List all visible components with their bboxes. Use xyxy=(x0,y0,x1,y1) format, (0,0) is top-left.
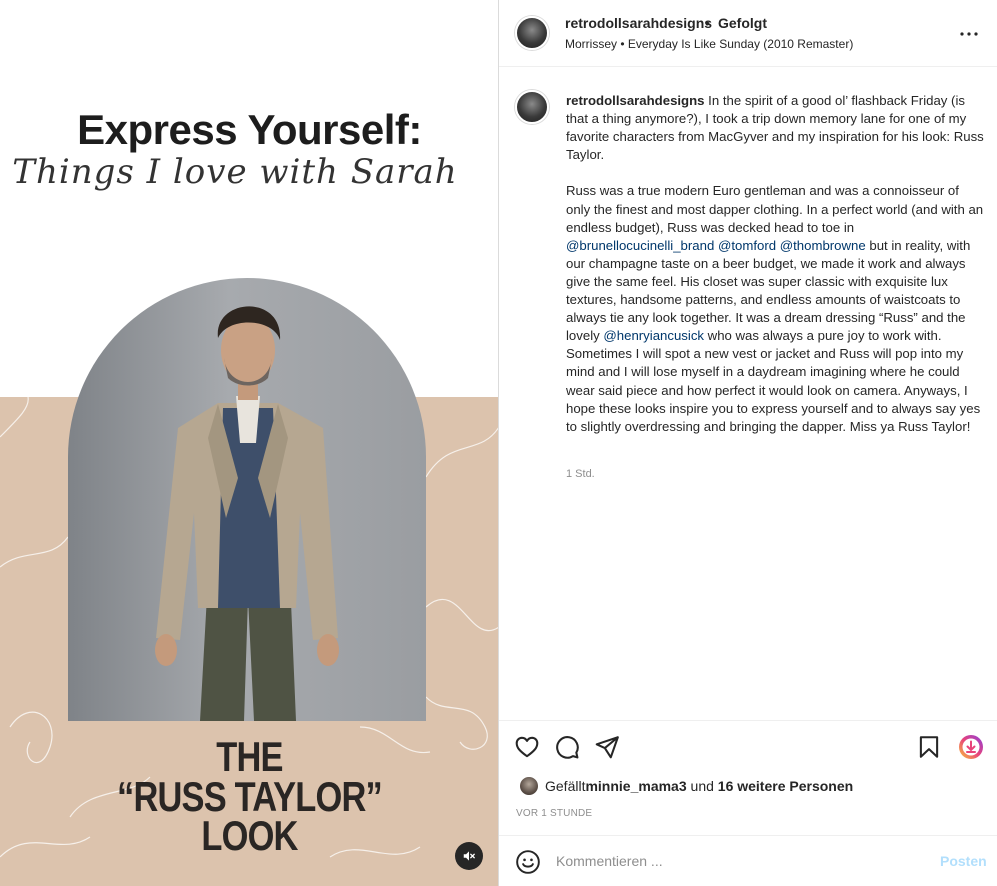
likes-mid: und xyxy=(686,778,718,794)
emoji-icon[interactable] xyxy=(515,849,541,875)
instagram-post-view: Express Yourself: Things I love with Sar… xyxy=(0,0,997,886)
header-username[interactable]: retrodollsarahdesigns xyxy=(565,15,712,31)
download-extension-icon[interactable] xyxy=(958,734,984,760)
caption-username[interactable]: retrodollsarahdesigns xyxy=(566,93,705,108)
avatar[interactable] xyxy=(515,90,549,124)
separator-dot: • xyxy=(705,15,710,31)
post-actions: Gefällt minnie_mama3 und 16 weitere Pers… xyxy=(499,720,997,835)
caption-paragraph-2c: who was always a pure joy to work with. … xyxy=(566,328,981,434)
caption-text: retrodollsarahdesigns In the spirit of a… xyxy=(566,92,986,436)
caption-area: retrodollsarahdesigns In the spirit of a… xyxy=(499,68,997,720)
likes-summary[interactable]: Gefällt minnie_mama3 und 16 weitere Pers… xyxy=(519,776,853,796)
mute-button[interactable] xyxy=(455,842,483,870)
comment-icon[interactable] xyxy=(554,734,580,760)
man-figure-illustration xyxy=(155,306,339,721)
more-options-icon[interactable] xyxy=(957,22,981,46)
mention-link[interactable]: @henryiancusick xyxy=(603,328,704,343)
post-age: VOR 1 STUNDE xyxy=(516,808,593,819)
heart-icon[interactable] xyxy=(514,734,540,760)
likes-prefix: Gefällt xyxy=(545,778,586,794)
share-icon[interactable] xyxy=(594,734,620,760)
liker-username[interactable]: minnie_mama3 xyxy=(585,778,686,794)
post-comment-button[interactable]: Posten xyxy=(940,853,987,869)
comment-input[interactable]: Kommentieren ... xyxy=(556,853,663,869)
comment-bar: Kommentieren ... Posten xyxy=(499,835,997,886)
post-media[interactable]: Express Yourself: Things I love with Sar… xyxy=(0,0,499,886)
media-subheadline: Things I love with Sarah xyxy=(12,152,458,192)
bookmark-icon[interactable] xyxy=(916,734,942,760)
speaker-muted-icon xyxy=(463,851,475,861)
likes-others-link[interactable]: 16 weitere Personen xyxy=(718,778,853,794)
post-header: retrodollsarahdesigns • Gefolgt Morrisse… xyxy=(499,0,997,67)
portrait-photo xyxy=(68,278,426,721)
mention-link[interactable]: @tomford xyxy=(718,238,776,253)
post-details-panel: retrodollsarahdesigns • Gefolgt Morrisse… xyxy=(499,0,997,886)
liker-avatar xyxy=(519,776,539,796)
caption-paragraph-2a: Russ was a true modern Euro gentleman an… xyxy=(566,183,984,235)
media-headline: Express Yourself: xyxy=(77,106,422,153)
caption-timestamp: 1 Std. xyxy=(566,468,595,480)
audio-track-link[interactable]: Morrissey • Everyday Is Like Sunday (201… xyxy=(565,37,853,51)
follow-status-button[interactable]: Gefolgt xyxy=(718,15,767,31)
look-title-line3: LOOK xyxy=(201,812,298,859)
mention-link[interactable]: @brunellocucinelli_brand xyxy=(566,238,714,253)
mention-link[interactable]: @thombrowne xyxy=(780,238,866,253)
avatar[interactable] xyxy=(515,16,549,50)
